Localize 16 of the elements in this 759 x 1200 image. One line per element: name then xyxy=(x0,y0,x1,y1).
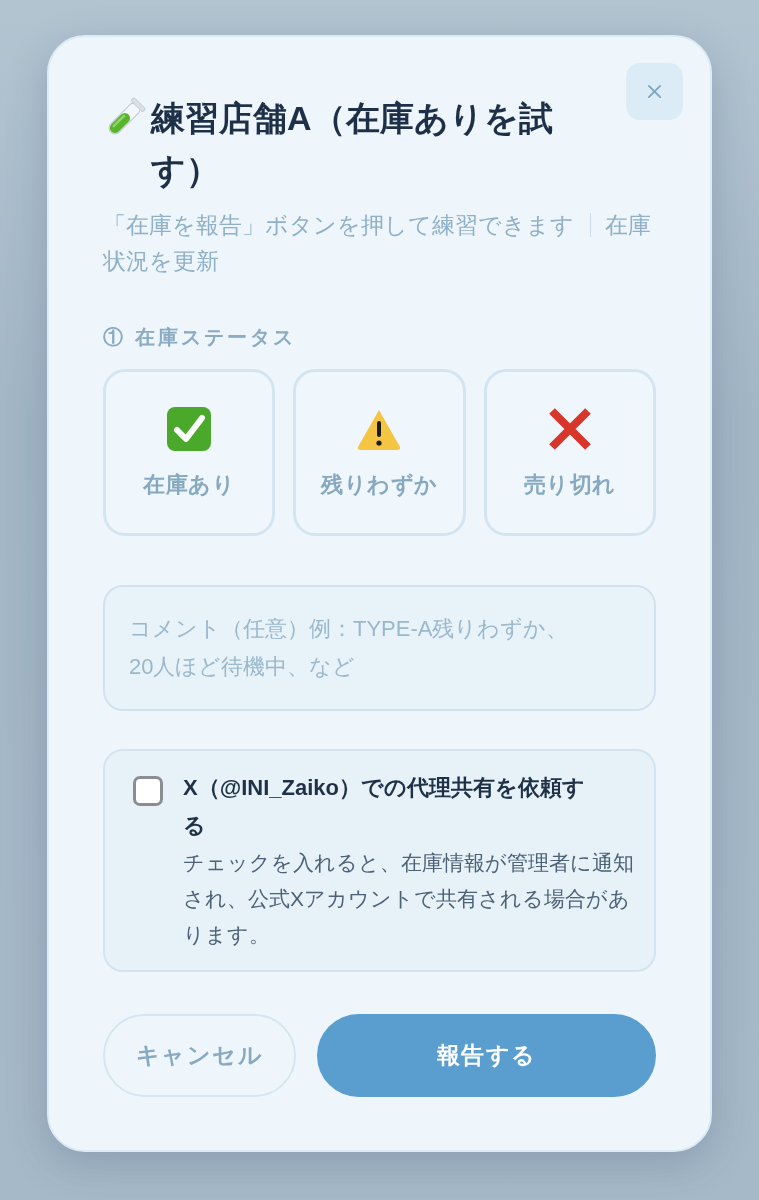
comment-field[interactable]: コメント（任意）例：TYPE-A残りわずか、20人ほど待機中、など xyxy=(103,585,656,711)
cross-icon xyxy=(547,406,592,451)
close-icon xyxy=(647,84,662,99)
report-button[interactable]: 報告する xyxy=(317,1014,656,1097)
status-option[interactable]: 売り切れ xyxy=(483,369,656,536)
check-icon xyxy=(167,406,212,451)
status-option[interactable]: 残りわずか xyxy=(293,369,466,536)
section-label: ① 在庫ステータス xyxy=(103,325,297,350)
checkbox-label[interactable]: X（@INI_Zaiko）での代理共有を依頼する xyxy=(183,769,595,845)
dialog-subtitle: 「在庫を報告」ボタンを押して練習できます 在庫状況を更新 xyxy=(103,212,652,276)
close-button[interactable] xyxy=(626,63,683,120)
dialog-title: 練習店舗A（在庫ありを試す） xyxy=(151,98,554,191)
checkbox-description: チェックを入れると、在庫情報が管理者に通知され、公式Xアカウントで共有される場合があります。 xyxy=(183,850,635,948)
status-option[interactable]: 在庫あり xyxy=(103,369,276,536)
cancel-button[interactable]: キャンセル xyxy=(103,1014,296,1097)
checkbox[interactable] xyxy=(133,776,163,806)
